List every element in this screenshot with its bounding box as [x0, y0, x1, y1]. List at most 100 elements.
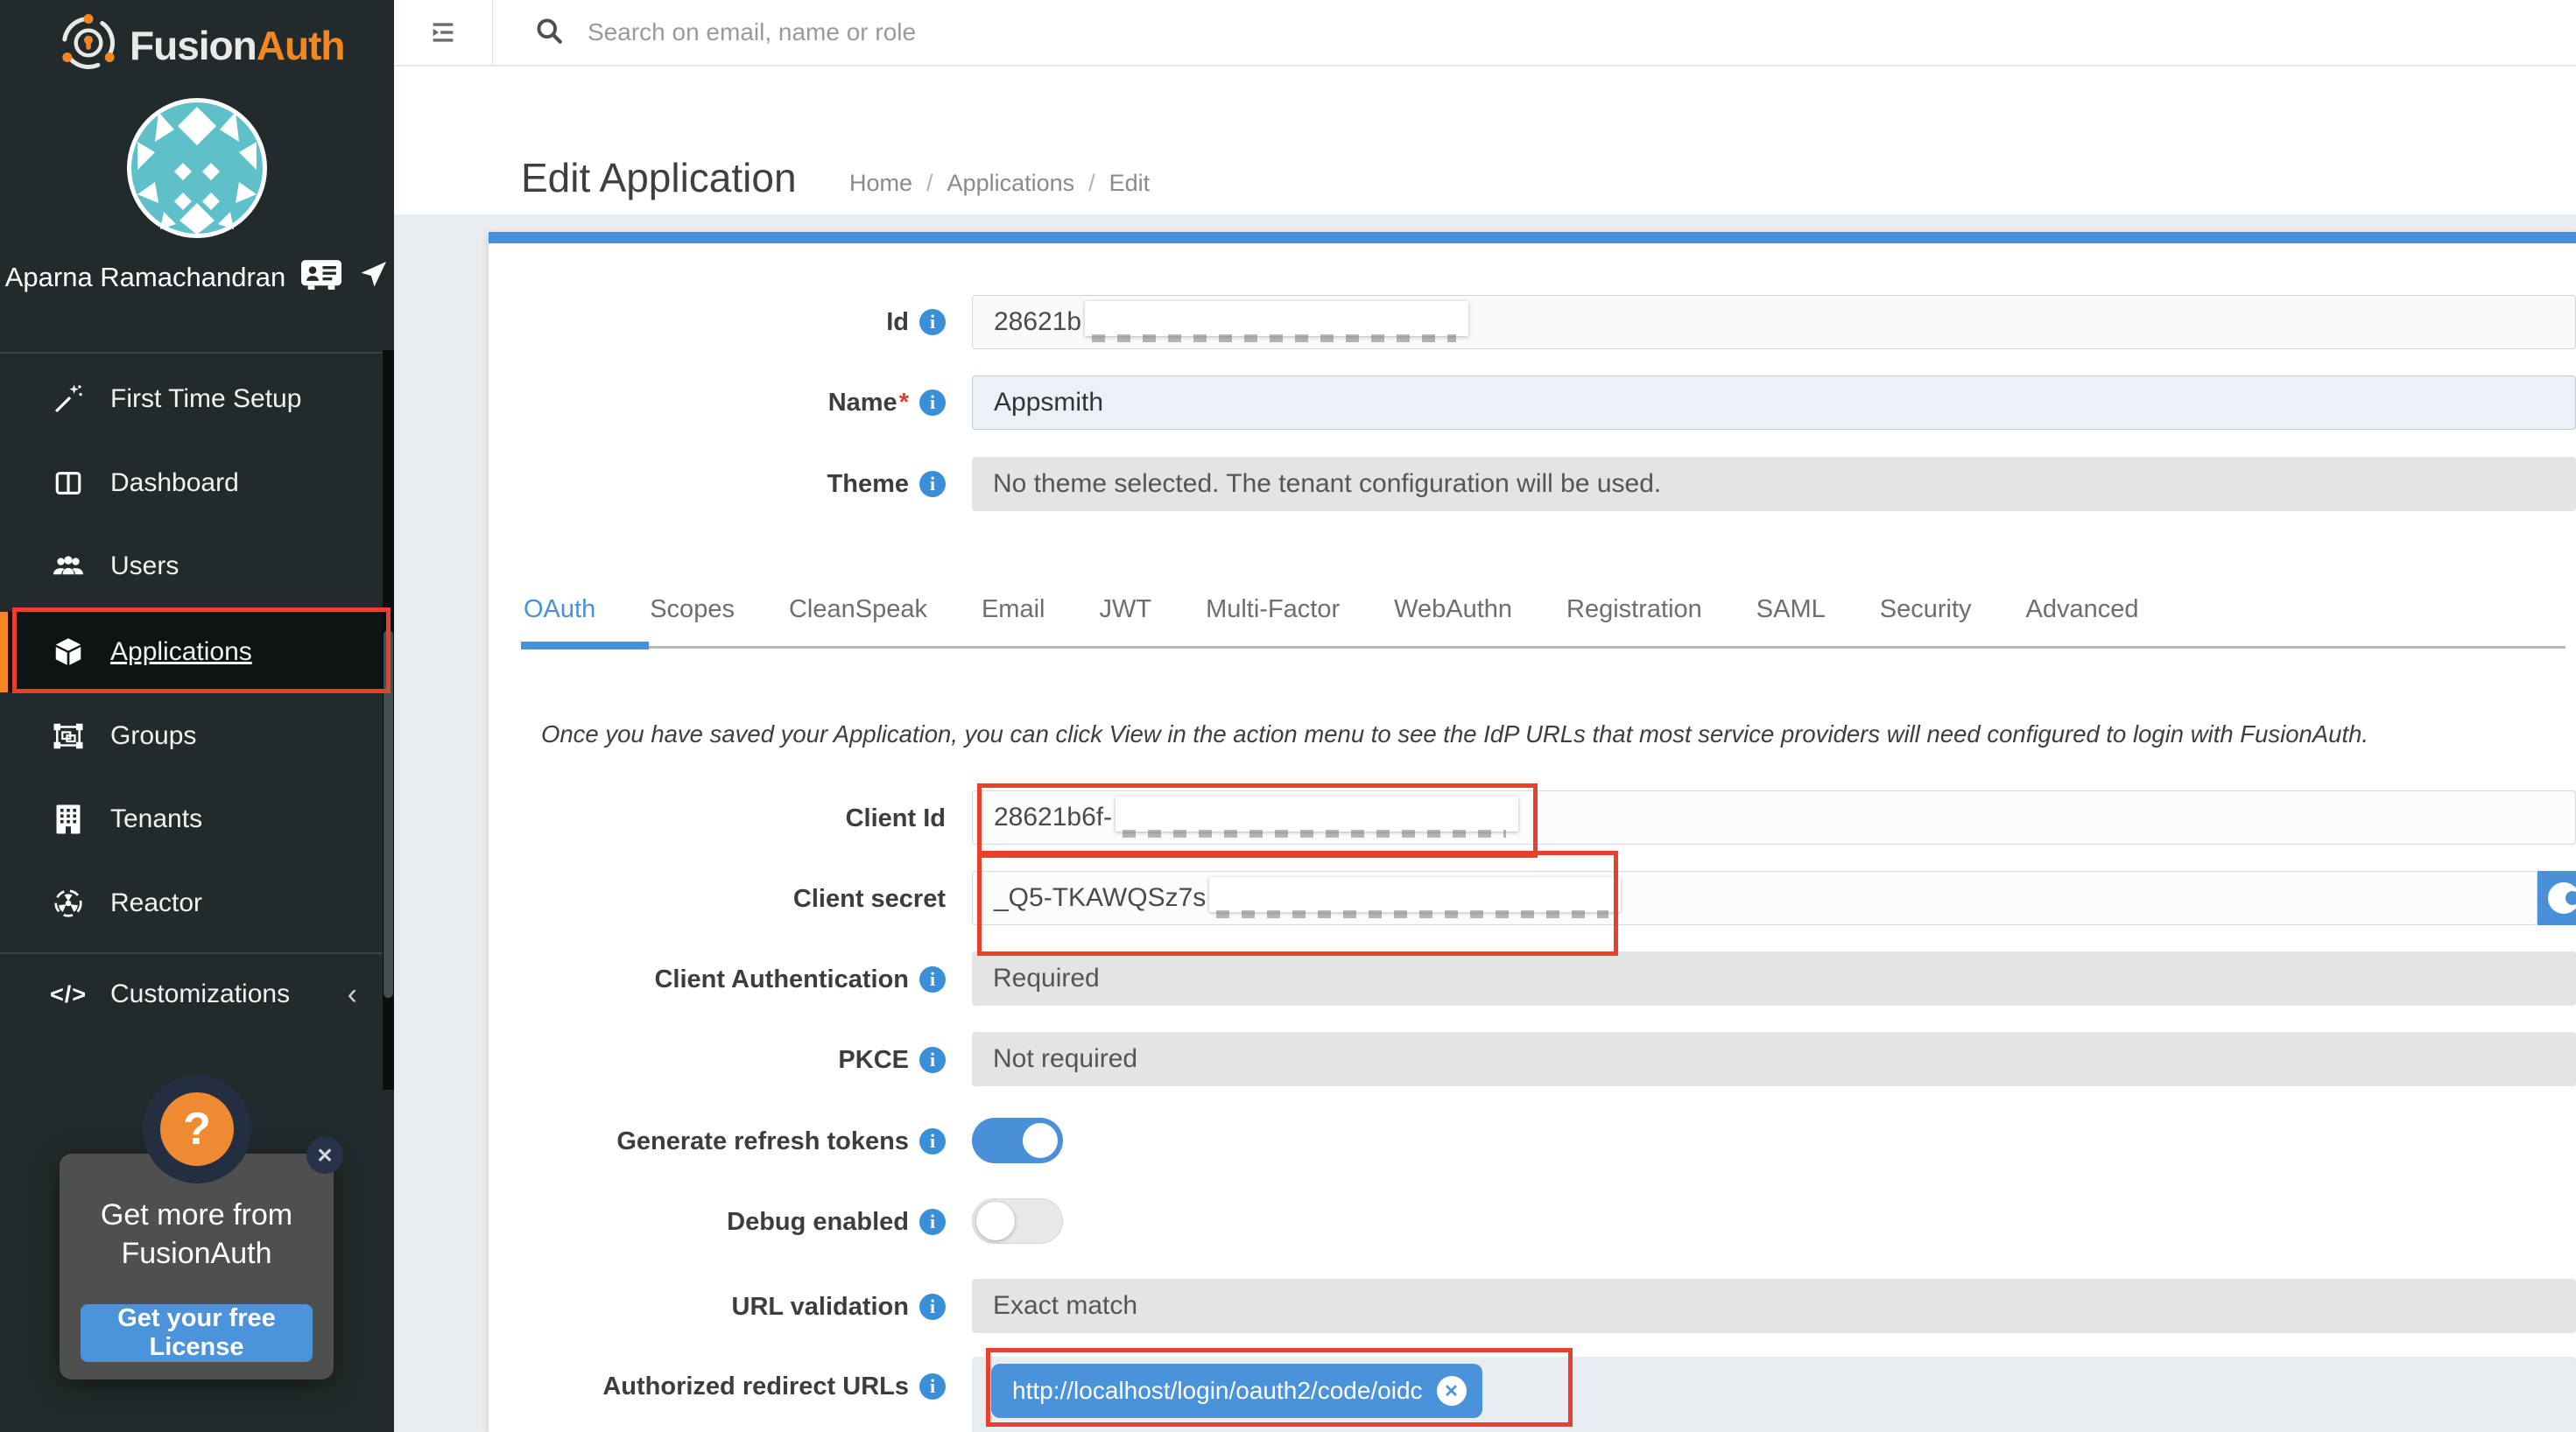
page-header: Edit Application Home / Applications / E…: [394, 67, 2576, 214]
theme-select[interactable]: No theme selected. The tenant configurat…: [972, 457, 2576, 511]
reactor-icon: [51, 888, 86, 919]
edit-application-card: Id i 28621b Name* i Appsmith Theme i No …: [489, 232, 2576, 1432]
promo-title: Get more from FusionAuth: [60, 1196, 334, 1273]
fusionauth-admin-screen: FusionAuth Apa: [0, 0, 2576, 1432]
generate-refresh-tokens-label: Generate refresh tokens i: [489, 1126, 946, 1157]
help-question-icon[interactable]: ?: [160, 1092, 234, 1166]
required-asterisk: *: [899, 389, 909, 417]
sidebar-item-groups[interactable]: Groups: [0, 696, 394, 776]
breadcrumb-applications[interactable]: Applications: [947, 170, 1075, 197]
tab-saml[interactable]: SAML: [1756, 595, 1826, 624]
sidebar: FusionAuth Apa: [0, 0, 394, 1432]
sidebar-scrollbar-thumb[interactable]: [384, 630, 393, 998]
client-authentication-select[interactable]: Required: [972, 951, 2576, 1006]
client-id-label: Client Id: [489, 803, 946, 834]
info-icon[interactable]: i: [919, 1128, 946, 1155]
tab-cleanspeak[interactable]: CleanSpeak: [789, 595, 927, 624]
fusionauth-logo[interactable]: FusionAuth: [60, 14, 345, 76]
sidebar-item-first-time-setup[interactable]: First Time Setup: [0, 359, 394, 439]
client-id-field[interactable]: 28621b6f-: [972, 790, 2576, 845]
toggle-knob: [1023, 1123, 1058, 1158]
pkce-label: PKCE i: [489, 1044, 946, 1076]
contact-card-icon[interactable]: [301, 259, 341, 295]
tab-multi-factor[interactable]: Multi-Factor: [1206, 595, 1340, 624]
user-line: Aparna Ramachandran: [0, 259, 394, 295]
user-name: Aparna Ramachandran: [5, 262, 286, 293]
info-icon[interactable]: i: [919, 471, 946, 497]
info-icon[interactable]: i: [919, 309, 946, 335]
tab-jwt[interactable]: JWT: [1099, 595, 1151, 624]
info-icon[interactable]: i: [919, 390, 946, 416]
magic-wand-icon: [51, 383, 86, 415]
search-zone: [493, 15, 2576, 51]
brand-text: FusionAuth: [130, 22, 345, 69]
sidebar-scrollbar-track[interactable]: [383, 350, 394, 1090]
info-icon[interactable]: i: [919, 1047, 946, 1073]
tab-oauth[interactable]: OAuth: [524, 595, 595, 624]
pkce-select[interactable]: Not required: [972, 1032, 2576, 1086]
sidebar-item-dashboard[interactable]: Dashboard: [0, 443, 394, 523]
active-tab-indicator: [521, 642, 649, 649]
sidebar-divider-top: [0, 352, 394, 354]
groups-icon: [51, 721, 86, 751]
breadcrumb: Home / Applications / Edit: [849, 170, 1150, 197]
redaction-overlay: [1209, 877, 1621, 912]
breadcrumb-edit: Edit: [1109, 170, 1151, 197]
chevron-left-icon[interactable]: ‹: [348, 978, 357, 1012]
fusionauth-orbit-icon: [60, 14, 117, 76]
debug-enabled-toggle[interactable]: [972, 1198, 1063, 1244]
redirect-url-chip: http://localhost/login/oauth2/code/oidc …: [991, 1364, 1482, 1418]
redaction-overlay: [1085, 301, 1468, 336]
code-icon: </>: [51, 981, 86, 1008]
search-input[interactable]: [588, 18, 1813, 46]
info-icon[interactable]: i: [919, 1373, 946, 1400]
toggle-knob: [976, 1202, 1015, 1240]
sidebar-item-reactor[interactable]: Reactor: [0, 863, 394, 944]
promo-close-icon[interactable]: ✕: [306, 1137, 343, 1174]
get-free-license-button[interactable]: Get your free License: [81, 1304, 313, 1362]
eye-icon: [2548, 882, 2576, 914]
page-title: Edit Application: [521, 154, 797, 201]
remove-url-icon[interactable]: ✕: [1437, 1376, 1467, 1406]
theme-label: Theme i: [489, 468, 946, 500]
info-icon[interactable]: i: [919, 1294, 946, 1320]
tab-advanced[interactable]: Advanced: [2026, 595, 2139, 624]
tab-email[interactable]: Email: [982, 595, 1045, 624]
client-authentication-label: Client Authentication i: [489, 964, 946, 995]
topbar: [394, 0, 2576, 66]
client-secret-label: Client secret: [489, 883, 946, 915]
name-label: Name* i: [489, 387, 946, 418]
name-field[interactable]: Appsmith: [972, 376, 2576, 430]
applications-cube-icon: [51, 636, 86, 668]
tab-webauthn[interactable]: WebAuthn: [1394, 595, 1512, 624]
url-validation-label: URL validation i: [489, 1291, 946, 1323]
sidebar-item-tenants[interactable]: Tenants: [0, 779, 394, 860]
location-arrow-icon[interactable]: [357, 259, 389, 295]
application-tabs: OAuth Scopes CleanSpeak Email JWT Multi-…: [524, 595, 2139, 624]
sidebar-item-applications[interactable]: Applications: [0, 612, 394, 692]
info-icon[interactable]: i: [919, 966, 946, 993]
sidebar-item-customizations[interactable]: </> Customizations ‹: [0, 954, 394, 1035]
id-field[interactable]: 28621b: [972, 295, 2576, 349]
user-avatar[interactable]: [125, 96, 269, 240]
dashboard-icon: [51, 468, 86, 498]
tab-security[interactable]: Security: [1880, 595, 1972, 624]
url-validation-select[interactable]: Exact match: [972, 1279, 2576, 1333]
reveal-secret-button[interactable]: [2537, 871, 2576, 925]
tab-scopes[interactable]: Scopes: [650, 595, 735, 624]
collapse-sidebar-icon[interactable]: [394, 18, 492, 47]
tenants-building-icon: [51, 804, 86, 835]
debug-enabled-label: Debug enabled i: [489, 1206, 946, 1238]
sidebar-item-users[interactable]: Users: [0, 526, 394, 607]
client-secret-field[interactable]: _Q5-TKAWQSz7s: [972, 871, 2537, 925]
redaction-overlay: [1116, 797, 1518, 832]
card-accent-bar: [489, 232, 2576, 243]
generate-refresh-tokens-toggle[interactable]: [972, 1118, 1063, 1163]
tab-registration[interactable]: Registration: [1566, 595, 1702, 624]
breadcrumb-home[interactable]: Home: [849, 170, 912, 197]
oauth-note: Once you have saved your Application, yo…: [541, 720, 2368, 748]
id-label: Id i: [489, 306, 946, 338]
authorized-redirect-urls-field[interactable]: http://localhost/login/oauth2/code/oidc …: [972, 1357, 2576, 1432]
authorized-redirect-urls-label: Authorized redirect URLs i: [489, 1371, 946, 1402]
info-icon[interactable]: i: [919, 1209, 946, 1235]
